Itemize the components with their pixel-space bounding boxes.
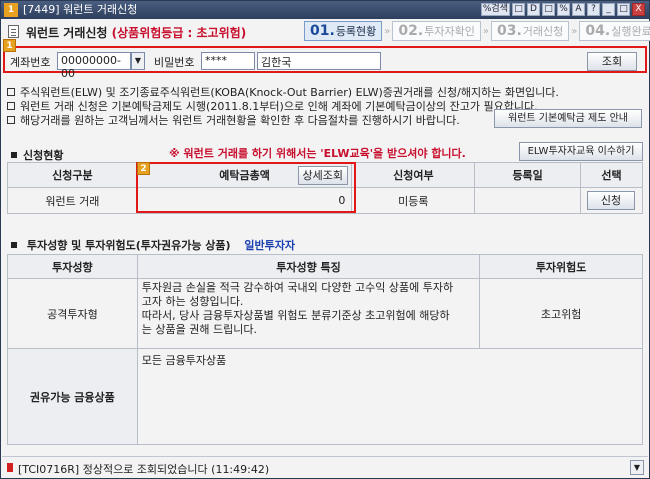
- feature-line: 고자 하는 성향입니다.: [141, 295, 244, 308]
- risk-grade: (상품위험등급 : 초고위험): [111, 26, 247, 40]
- investment-table: 투자성향 투자성향 특징 투자위험도 공격투자형 투자원금 손실을 적극 감수하…: [7, 254, 644, 445]
- account-row: 계좌번호 00000000-00 ▼ 비밀번호 **** 김한국 조회: [7, 50, 643, 80]
- elw-education-button[interactable]: ELW투자자교육 이수하기: [519, 142, 643, 161]
- chevron-down-icon: ▼: [633, 463, 641, 472]
- step-registration-status[interactable]: 01.등록현황: [304, 21, 383, 41]
- step-indicator: 01.등록현황 » 02.투자자확인 » 03.거래신청 » 04.실행완료: [304, 21, 650, 41]
- step-execution-complete[interactable]: 04.실행완료: [579, 21, 650, 41]
- step-number: 03.: [496, 23, 522, 39]
- recommend-label: 권유가능 금융상품: [7, 348, 138, 445]
- chevron-down-icon: ▼: [134, 56, 142, 65]
- section-title-application: 신청현황: [11, 147, 63, 163]
- bullet-icon: [7, 88, 15, 96]
- title-bar: 1 [7449] 워런트 거래신청 %검색 □ D □ % A ? _ □ X: [1, 1, 649, 19]
- cell-date: [474, 187, 582, 214]
- cell-tendency: 공격투자형: [7, 278, 138, 349]
- info-text: 해당거래를 원하는 고객님께서는 워런트 거래현황을 확인한 후 다음절차를 진…: [20, 114, 460, 127]
- col-header-feature: 투자성향 특징: [136, 254, 481, 279]
- window-option-button[interactable]: □: [512, 3, 525, 16]
- step-label: 투자자확인: [424, 25, 475, 38]
- section-title-investment: 투자성향 및 투자위험도(투자권유가능 상품) 일반투자자: [11, 237, 295, 253]
- bullet-icon: [7, 116, 15, 124]
- col-header-date: 등록일: [474, 162, 582, 188]
- investor-type: 일반투자자: [244, 239, 295, 252]
- section-title-investment-text: 투자성향 및 투자위험도(투자권유가능 상품): [26, 239, 231, 252]
- step-label: 거래신청: [522, 25, 564, 38]
- step-label: 실행완료: [611, 25, 650, 38]
- step-investor-check[interactable]: 02.투자자확인: [392, 21, 481, 41]
- font-size-button[interactable]: A: [572, 3, 585, 16]
- document-icon: [8, 25, 19, 38]
- cell-select: 신청: [580, 187, 643, 214]
- cell-risk: 초고위험: [479, 278, 643, 349]
- cell-type: 워런트 거래: [7, 187, 138, 214]
- minimize-button[interactable]: _: [602, 3, 615, 16]
- cell-feature: 투자원금 손실을 적극 감수하여 국내외 다양한 고수익 상품에 투자하 고자 …: [136, 278, 481, 349]
- feature-line: 는 상품을 권해 드립니다.: [141, 323, 257, 336]
- step-label: 등록현황: [335, 25, 377, 38]
- apply-button[interactable]: 신청: [587, 191, 636, 210]
- account-number-input[interactable]: 00000000-00: [57, 52, 131, 80]
- help-button[interactable]: ?: [587, 3, 600, 16]
- password-label: 비밀번호: [154, 56, 195, 69]
- lookup-button[interactable]: 조회: [587, 52, 637, 71]
- window-option-button[interactable]: %: [557, 3, 570, 16]
- step-number: 01.: [310, 23, 335, 39]
- col-header-select: 선택: [580, 162, 643, 188]
- password-input[interactable]: ****: [201, 52, 255, 70]
- status-message: [TCI0716R] 정상적으로 조회되었습니다 (11:49:42): [18, 463, 270, 476]
- step-number: 02.: [398, 23, 424, 39]
- account-dropdown-button[interactable]: ▼: [131, 52, 145, 70]
- col-header-risk: 투자위험도: [479, 254, 643, 279]
- speaker-icon: [7, 463, 13, 472]
- feature-line: 따라서, 당사 금융투자상품별 위험도 분류기준상 초고위험에 해당하: [141, 309, 450, 322]
- account-holder-name: 김한국: [257, 52, 381, 70]
- close-button[interactable]: X: [632, 3, 645, 16]
- window-option-button[interactable]: □: [542, 3, 555, 16]
- screen-header: 워런트 거래신청 (상품위험등급 : 초고위험) 01.등록현황 » 02.투자…: [2, 20, 650, 44]
- col-header-tendency: 투자성향: [7, 254, 138, 279]
- step-arrow-icon: »: [482, 25, 489, 37]
- step-trade-application[interactable]: 03.거래신청: [490, 21, 570, 41]
- account-label: 계좌번호: [10, 56, 51, 69]
- window-option-button[interactable]: D: [527, 3, 540, 16]
- window-title: [7449] 워런트 거래신청: [23, 3, 138, 16]
- screen-title-text: 워런트 거래신청: [26, 26, 108, 40]
- step-marker-2: 2: [137, 162, 150, 175]
- cell-status: 미등록: [351, 187, 476, 214]
- step-number: 04.: [585, 23, 611, 39]
- search-screen-button[interactable]: %검색: [480, 3, 510, 16]
- step-arrow-icon: »: [384, 25, 391, 37]
- screen-title: 워런트 거래신청 (상품위험등급 : 초고위험): [26, 24, 246, 41]
- table-row: 권유가능 금융상품 모든 금융투자상품: [7, 348, 644, 445]
- app-number-badge: 1: [4, 3, 18, 17]
- feature-line: 투자원금 손실을 적극 감수하여 국내외 다양한 고수익 상품에 투자하: [141, 281, 454, 294]
- status-bar: [TCI0716R] 정상적으로 조회되었습니다 (11:49:42) ▼: [2, 456, 648, 478]
- maximize-button[interactable]: □: [617, 3, 630, 16]
- edu-notice: ※ 워런트 거래를 하기 위해서는 'ELW교육'을 받으셔야 합니다.: [169, 147, 466, 160]
- status-dropdown-button[interactable]: ▼: [630, 460, 644, 475]
- highlight-box-deposit: [136, 162, 356, 213]
- recommend-value: 모든 금융투자상품: [136, 348, 644, 445]
- col-header-type: 신청구분: [7, 162, 138, 188]
- titlebar-buttons: %검색 □ D □ % A ? _ □ X: [480, 3, 645, 16]
- col-header-status: 신청여부: [351, 162, 476, 188]
- step-arrow-icon: »: [571, 25, 578, 37]
- bullet-icon: [7, 102, 15, 110]
- table-row: 공격투자형 투자원금 손실을 적극 감수하여 국내외 다양한 고수익 상품에 투…: [7, 278, 643, 349]
- window: 1 [7449] 워런트 거래신청 %검색 □ D □ % A ? _ □ X …: [0, 0, 650, 479]
- deposit-guide-button[interactable]: 워런트 기본예탁금 제도 안내: [494, 109, 642, 128]
